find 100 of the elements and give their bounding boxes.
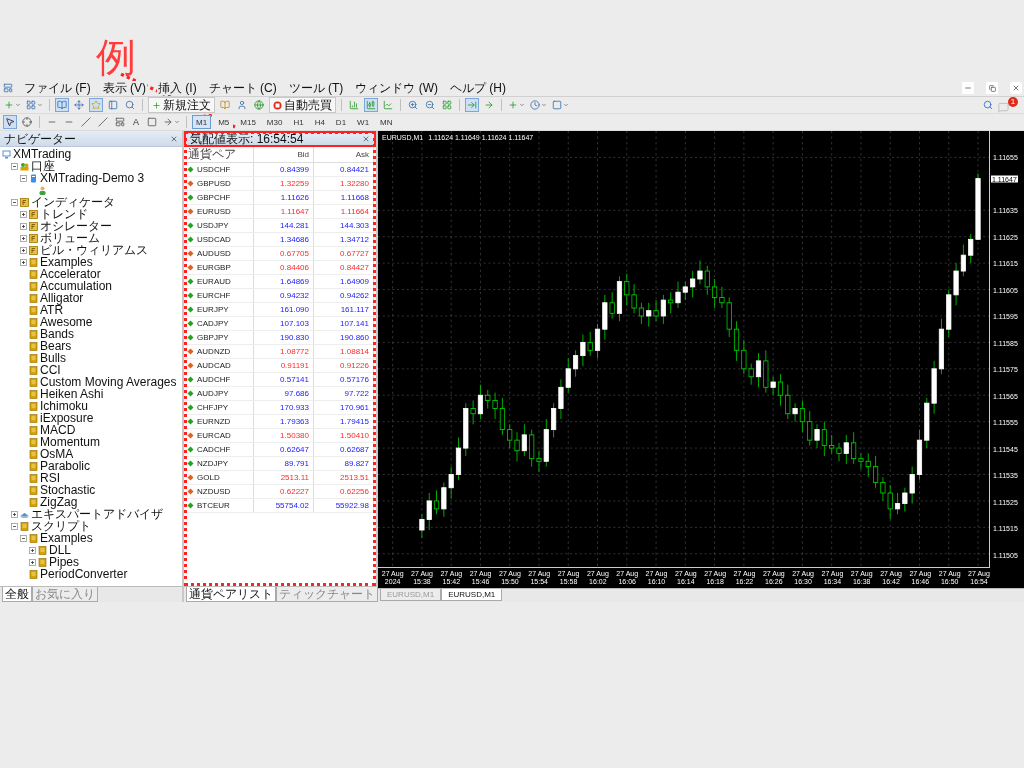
tree-item[interactable]: エキスパートアドバイザ [31, 508, 163, 520]
notifications-button[interactable]: 1 [998, 97, 1018, 113]
expand-toggle[interactable] [20, 258, 27, 266]
favorites-button[interactable] [89, 98, 103, 112]
server-icon [29, 173, 38, 183]
tree-item[interactable]: オシレーター [40, 220, 112, 232]
symbol-name: AUDCHF [197, 375, 231, 384]
tree-item[interactable]: インディケータ [31, 196, 115, 208]
tree-item[interactable]: Custom Moving Averages [40, 376, 177, 388]
tree-item[interactable]: PeriodConverter [40, 568, 128, 580]
plus-icon [508, 100, 518, 110]
tree-item[interactable]: Examples [40, 256, 93, 268]
close-icon[interactable] [170, 134, 178, 143]
tree-item[interactable]: Accumulation [40, 280, 113, 292]
expand-toggle[interactable] [20, 234, 27, 242]
menu-item[interactable]: ファイル (F) [23, 81, 92, 95]
expand-toggle[interactable] [29, 558, 36, 566]
collapse-toggle[interactable] [11, 162, 18, 170]
line-chart-button[interactable] [381, 98, 395, 112]
templates-button[interactable] [551, 98, 570, 112]
menu-item[interactable]: 挿入 (I) [157, 81, 198, 95]
text-tool[interactable]: A [130, 117, 142, 127]
search-button[interactable] [981, 98, 995, 112]
bar-chart-button[interactable] [347, 98, 361, 112]
column-header[interactable]: Bid [254, 147, 314, 162]
crosshair-button[interactable] [20, 115, 34, 129]
label-button[interactable] [145, 115, 159, 129]
tree-item[interactable]: Stochastic [40, 484, 96, 496]
timeframe-button[interactable]: M1 [192, 115, 212, 129]
menu-item[interactable]: チャート (C) [207, 81, 278, 95]
bid-price: 1.11647 [254, 205, 314, 218]
tree-item[interactable]: Awesome [40, 316, 93, 328]
pointer-icon [5, 117, 15, 127]
tree-item[interactable]: ATR [40, 304, 64, 316]
tree-item[interactable]: Ichimoku [40, 400, 89, 412]
scroll-icon [29, 341, 38, 351]
tree-item[interactable]: Parabolic [40, 460, 91, 472]
tree-item[interactable]: ビル・ウィリアムス [40, 244, 148, 256]
periods-button[interactable] [529, 98, 548, 112]
expand-toggle[interactable] [20, 246, 27, 254]
tree-item[interactable]: Heiken Ashi [40, 388, 104, 400]
tree-item[interactable]: RSI [40, 472, 60, 484]
tree-item[interactable]: Examples [40, 532, 93, 544]
tree-item[interactable]: Pipes [49, 556, 80, 568]
collapse-toggle[interactable] [11, 522, 18, 530]
column-header[interactable]: 通貨ペア [184, 147, 254, 162]
panel-tab[interactable]: 通貨ペアリスト [186, 587, 276, 602]
tree-item[interactable]: ボリューム [40, 232, 100, 244]
tree-item[interactable]: MACD [40, 424, 76, 436]
tree-item[interactable]: CCI [40, 364, 61, 376]
close-icon[interactable] [362, 135, 370, 143]
candlestick-button[interactable] [364, 98, 378, 112]
tree-item[interactable]: Momentum [40, 436, 101, 448]
chart-tab[interactable]: EURUSD,M1 [441, 589, 503, 601]
expand-toggle[interactable] [29, 546, 36, 554]
autoscroll-button[interactable] [465, 98, 479, 112]
expand-toggle[interactable] [11, 510, 18, 518]
tree-item[interactable]: Bands [40, 328, 75, 340]
tree-item[interactable]: Bulls [40, 352, 66, 364]
collapse-toggle[interactable] [11, 198, 18, 206]
metaeditor-button[interactable] [218, 98, 232, 112]
collapse-toggle[interactable] [20, 534, 27, 542]
minimize-button[interactable] [962, 82, 974, 94]
column-header[interactable]: Ask [314, 147, 374, 162]
tree-item[interactable]: Accelerator [40, 268, 101, 280]
tree-item[interactable]: XMTrading [13, 148, 72, 160]
expand-toggle[interactable] [20, 222, 27, 230]
tile-button[interactable] [440, 98, 454, 112]
terminal-button[interactable] [106, 98, 120, 112]
menu-item[interactable]: ウィンドウ (W) [354, 81, 439, 95]
new-order-button[interactable]: 新規注文 [148, 97, 215, 113]
timeframe-button[interactable]: M5 [214, 115, 234, 129]
chart-shift-button[interactable] [482, 98, 496, 112]
tree-item[interactable]: 口座 [31, 160, 55, 172]
menu-item[interactable]: 表示 (V) [101, 81, 147, 95]
scroll-icon [29, 281, 38, 291]
menu-item[interactable]: ヘルプ (H) [449, 81, 507, 95]
collapse-toggle[interactable] [20, 174, 27, 182]
market-watch-button[interactable] [55, 98, 69, 112]
navigator-button[interactable] [72, 98, 86, 112]
tree-item[interactable]: Alligator [40, 292, 84, 304]
panel-tab[interactable]: 全般 [2, 587, 32, 602]
tree-item[interactable]: XMTrading-Demo 3 [40, 172, 145, 184]
auto-trading-button[interactable]: 自動売買 [269, 97, 336, 113]
tree-item[interactable]: スクリプト [31, 520, 91, 532]
tree-item[interactable]: トレンド [40, 208, 88, 220]
close-button[interactable] [1010, 82, 1022, 94]
web-button[interactable] [252, 98, 266, 112]
tree-item[interactable]: OsMA [40, 448, 74, 460]
ask-price: 1.11668 [314, 191, 374, 204]
tree-item[interactable]: iExposure [40, 412, 94, 424]
bid-price: 1.79363 [254, 415, 314, 428]
restore-button[interactable] [986, 82, 998, 94]
tree-item[interactable]: DLL [49, 544, 71, 556]
tree-item[interactable]: Bears [40, 340, 72, 352]
cursor-button[interactable] [3, 115, 17, 129]
menu-item[interactable]: ツール (T) [287, 81, 345, 95]
expand-toggle[interactable] [20, 210, 27, 218]
profiles-button[interactable] [25, 98, 44, 112]
tree-item[interactable]: ZigZag [40, 496, 78, 508]
